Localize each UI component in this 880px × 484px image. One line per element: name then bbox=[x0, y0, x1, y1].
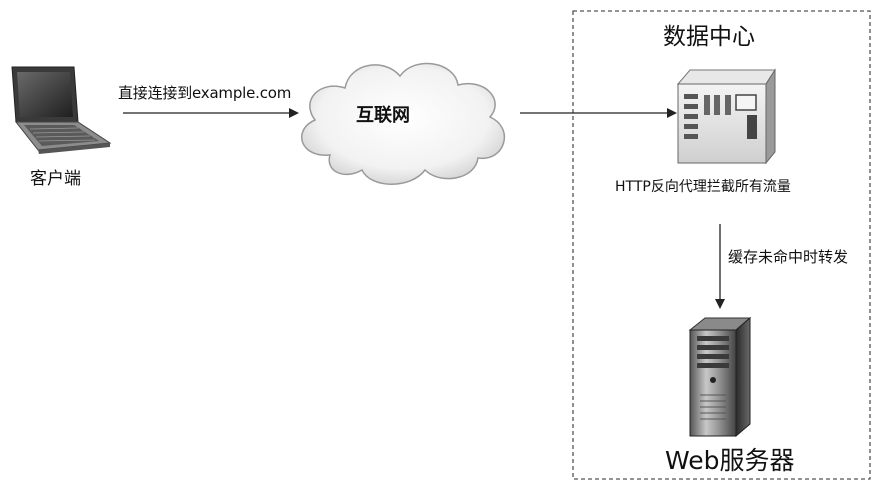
web-server-label: Web服务器 bbox=[665, 446, 795, 475]
network-diagram: 客户端 直接连接到example.com 互联网 数据中心 HTTP反向代理拦截… bbox=[0, 0, 880, 484]
internet-label: 互联网 bbox=[356, 105, 410, 126]
web-server-icon bbox=[688, 316, 752, 438]
arrow-client-to-internet bbox=[123, 108, 299, 118]
client-label: 客户端 bbox=[30, 169, 81, 189]
arrow-internet-to-proxy bbox=[520, 108, 677, 118]
laptop-icon bbox=[11, 66, 112, 154]
arrow-proxy-to-webserver bbox=[715, 224, 725, 309]
direct-connection-label: 直接连接到example.com bbox=[118, 84, 292, 102]
proxy-label: HTTP反向代理拦截所有流量 bbox=[615, 179, 791, 195]
cache-miss-label: 缓存未命中时转发 bbox=[728, 248, 849, 266]
diagram-artwork bbox=[11, 10, 871, 480]
proxy-server-icon bbox=[676, 68, 776, 165]
datacenter-label: 数据中心 bbox=[663, 24, 755, 50]
